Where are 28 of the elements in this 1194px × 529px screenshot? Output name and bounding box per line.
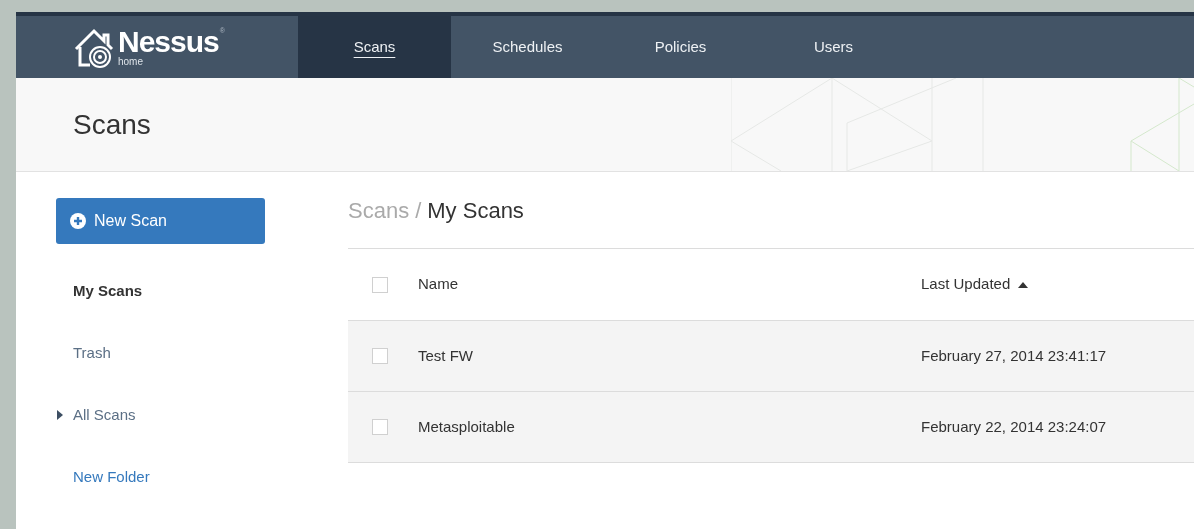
checkbox[interactable] bbox=[372, 276, 388, 293]
table-cell: February 22, 2014 23:24:07 bbox=[921, 417, 1107, 435]
table-cell: Metasploitable bbox=[418, 417, 515, 435]
plus-circle-icon bbox=[70, 213, 86, 229]
new-scan-button[interactable]: New Scan bbox=[56, 198, 265, 244]
sidebar-item[interactable]: My Scans bbox=[73, 260, 143, 322]
logo-edition: home bbox=[118, 57, 144, 67]
table-cell: Test FW bbox=[418, 346, 473, 364]
table-row[interactable]: Test FW February 27, 2014 23:41:17 bbox=[348, 321, 1194, 392]
caret-icon[interactable] bbox=[57, 410, 63, 420]
sidebar-item[interactable]: Trash bbox=[73, 322, 111, 384]
nav-tab[interactable]: Policies bbox=[604, 16, 757, 78]
checkbox[interactable] bbox=[372, 419, 388, 435]
nav-tab[interactable]: Scans bbox=[298, 16, 451, 78]
table-cell: February 27, 2014 23:41:17 bbox=[921, 346, 1107, 364]
breadcrumb-separator: / bbox=[415, 196, 422, 225]
nav-tab[interactable]: Schedules bbox=[451, 16, 604, 78]
logo-wordmark: Nessus bbox=[118, 27, 219, 57]
sort-arrow-icon bbox=[1018, 280, 1029, 289]
sidebar-item[interactable]: New Folder bbox=[73, 446, 150, 508]
breadcrumb-current: My Scans bbox=[427, 196, 524, 225]
sidebar-item[interactable]: All Scans bbox=[73, 384, 136, 446]
table-row[interactable]: Metasploitable February 22, 2014 23:24:07 bbox=[348, 392, 1194, 463]
page-title: Scans bbox=[73, 107, 151, 142]
nav-tab[interactable]: Users bbox=[757, 16, 910, 78]
checkbox[interactable] bbox=[372, 348, 388, 364]
column-header[interactable]: Last Updated bbox=[921, 273, 1029, 296]
column-header[interactable]: Name bbox=[418, 273, 458, 296]
